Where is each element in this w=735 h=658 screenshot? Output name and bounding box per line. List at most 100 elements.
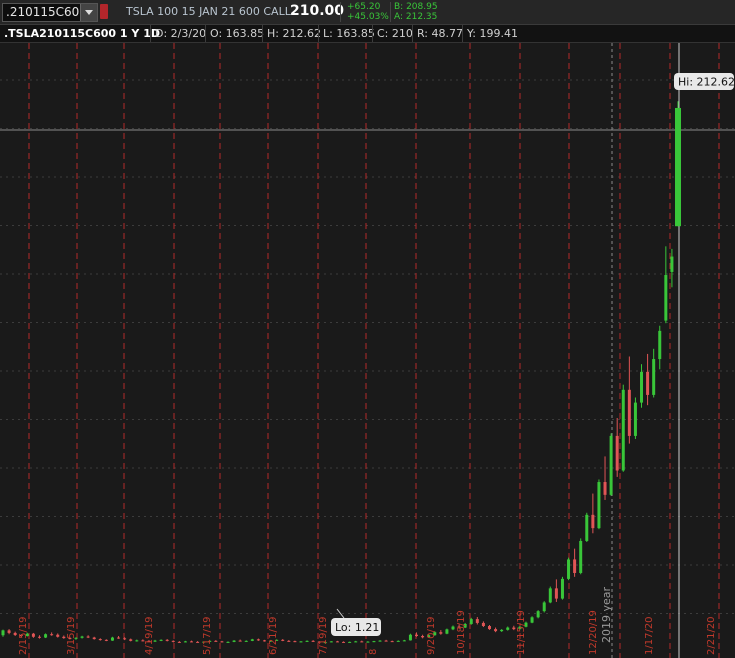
candle-body: [335, 641, 339, 643]
candle-body: [530, 617, 534, 623]
candle-body: [135, 640, 139, 642]
bar-low: L: 163.85: [323, 27, 375, 40]
candle-body: [7, 630, 11, 633]
candle-body: [117, 637, 121, 639]
candle-body: [469, 619, 473, 624]
bar-open: O: 163.85: [210, 27, 265, 40]
candle-body: [396, 640, 400, 642]
symbol-selector[interactable]: .210115C600: [2, 3, 98, 22]
candle-body: [256, 639, 260, 641]
x-tick-label: 9/20/19: [426, 616, 437, 655]
candle-body: [104, 639, 108, 641]
candle-body: [250, 639, 254, 641]
candle-body: [585, 514, 589, 541]
quote-header: .210115C600 TSLA 100 15 JAN 21 600 CALL …: [0, 0, 735, 25]
candle-body: [408, 634, 412, 641]
candle-body: [299, 641, 303, 643]
candle-body: [244, 640, 248, 642]
candle-body: [567, 559, 571, 579]
candle-body: [31, 633, 35, 637]
candle-body: [262, 640, 266, 642]
candle-body: [670, 256, 674, 272]
bar-date: D: 2/3/20: [155, 27, 207, 40]
candle-body: [110, 637, 114, 641]
symbol-text[interactable]: .210115C600: [6, 5, 87, 19]
candle-body: [548, 588, 552, 603]
candle-body: [196, 641, 200, 643]
candle-body: [329, 641, 333, 643]
bid-price: B: 208.95: [394, 2, 438, 12]
candle-body: [171, 640, 175, 642]
candle-body: [123, 638, 127, 640]
candle-body: [439, 632, 443, 634]
year-label: 2019 year: [600, 586, 613, 643]
link-group-icon[interactable]: [100, 4, 108, 19]
candle-body: [62, 636, 66, 639]
net-change: +65.20: [347, 2, 381, 12]
candle-body: [190, 641, 194, 643]
candle-body: [579, 540, 583, 573]
x-tick-label: 12/20/19: [588, 610, 599, 655]
bar-close: C: 210: [377, 27, 413, 40]
candle-body: [13, 632, 17, 635]
x-tick-label: 1/17/20: [644, 616, 655, 655]
ask-price: A: 212.35: [394, 12, 438, 22]
bar-high: H: 212.62: [267, 27, 321, 40]
candle-body: [415, 634, 419, 637]
candle-body: [615, 435, 619, 471]
candle-body: [494, 629, 498, 632]
candle-body: [220, 641, 224, 643]
candle-body: [305, 640, 309, 642]
x-tick-label: 3/15/19: [66, 616, 77, 655]
candle-body: [354, 641, 358, 643]
candle-body: [542, 602, 546, 612]
candle-body: [487, 626, 491, 630]
candle-body: [226, 641, 230, 643]
candle-body: [609, 435, 613, 495]
divider: [412, 25, 413, 42]
divider: [462, 25, 463, 42]
candle-body: [37, 636, 41, 638]
x-tick-label: 7/19/19: [318, 616, 329, 655]
bar-range: R: 48.77: [417, 27, 463, 40]
candle-body: [159, 639, 163, 641]
x-tick-label: 11/15/19: [516, 610, 527, 655]
chart-title[interactable]: .TSLA210115C600 1 Y 1D: [4, 26, 160, 41]
candle-body: [402, 640, 406, 642]
divider: [150, 25, 151, 42]
instrument-description: TSLA 100 15 JAN 21 600 CALL: [126, 5, 291, 18]
candle-body: [311, 640, 315, 642]
candle-body: [646, 371, 650, 395]
x-tick-label: 2/15/19: [18, 616, 29, 655]
candle-body: [98, 639, 102, 641]
price-chart[interactable]: 2/15/19 3/15/19 4/19/19 5/17/19 6/21/19 7/19/…: [0, 43, 735, 658]
percent-change: +45.03%: [347, 12, 389, 22]
candle-body: [232, 640, 236, 642]
x-tick-label: 4/19/19: [144, 616, 155, 655]
candle-body: [640, 371, 644, 403]
candle-body: [50, 634, 54, 636]
candle-body: [633, 402, 637, 436]
candle-body: [86, 636, 90, 638]
divider: [205, 25, 206, 42]
candle-body: [1, 630, 5, 636]
candle-body: [372, 641, 376, 643]
candle-body: [627, 389, 631, 436]
last-price: 210.00: [290, 3, 345, 19]
candle-body: [44, 634, 48, 638]
candle-body: [293, 641, 297, 643]
chart-background: [0, 43, 735, 658]
divider: [340, 2, 341, 22]
candle-body: [177, 641, 181, 643]
chevron-down-icon[interactable]: [80, 4, 97, 21]
candle-body: [421, 636, 425, 638]
candle-body: [603, 482, 607, 495]
candle-body: [165, 639, 169, 641]
x-tick-label: 5/17/19: [202, 616, 213, 655]
candle-body: [287, 640, 291, 642]
candle-body: [675, 107, 681, 227]
candle-body: [664, 275, 668, 321]
candle-body: [658, 330, 662, 360]
candle-body: [475, 619, 479, 623]
divider: [372, 25, 373, 42]
